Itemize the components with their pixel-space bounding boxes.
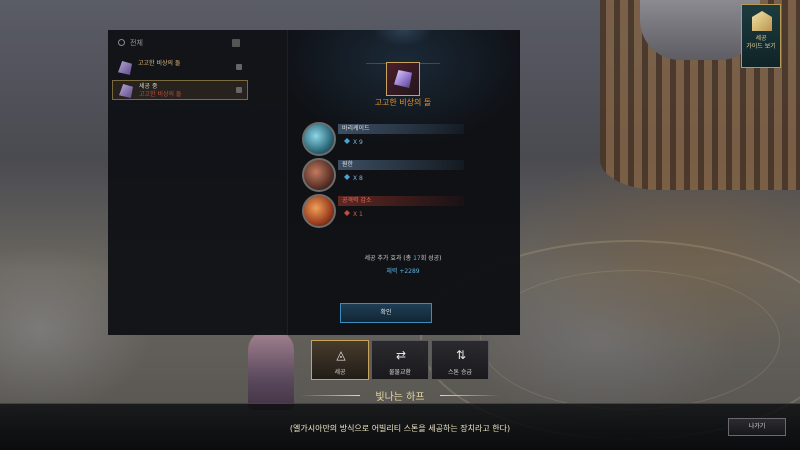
npc-name: 빛나는 하프 [375, 392, 425, 403]
exchange-icon: ⇄ [395, 348, 407, 362]
stone-list-panel: 전체 고고한 비상의 돌 세공 중 고고한 비상의 돌 [108, 30, 288, 335]
tab-barter[interactable]: ⇄ 물물교환 [371, 340, 429, 380]
diamond-icon [344, 210, 350, 216]
faceting-icon: ◬ [336, 348, 346, 362]
search-icon [118, 39, 125, 46]
engraving-name: 바리케이드 [338, 124, 464, 134]
diamond-icon [344, 138, 350, 144]
panel-edge [518, 30, 520, 335]
engraving-icon [302, 122, 336, 156]
lock-icon [236, 87, 242, 93]
list-item-name: 고고한 비상의 돌 [138, 60, 181, 67]
panel-crest [366, 30, 440, 64]
item-slot [386, 62, 420, 96]
item-name: 고고한 비상의 돌 [374, 98, 432, 107]
diamond-icon [344, 174, 350, 180]
engraving-count: X 9 [344, 138, 363, 146]
tab-stone-upgrade[interactable]: ⇅ 스톤 승급 [431, 340, 489, 380]
engraving-row: 공격력 감소 X 1 [302, 194, 464, 228]
engraving-name: 공격력 감소 [338, 196, 464, 206]
list-filter-dropdown[interactable]: 전체 [114, 36, 264, 50]
stone-icon [119, 84, 133, 98]
tab-label: 세공 [334, 369, 346, 376]
filter-icon[interactable] [232, 39, 240, 47]
list-item-name: 고고한 비상의 돌 [139, 91, 182, 98]
list-item-selected[interactable]: 세공 중 고고한 비상의 돌 [112, 80, 248, 100]
guide-book-button[interactable]: 세공 가이드 보기 [741, 4, 781, 68]
list-item[interactable]: 고고한 비상의 돌 [112, 58, 248, 78]
faceting-result-panel: 고고한 비상의 돌 바리케이드 X 9 원한 X 8 공격력 감소 X 1 세공… [288, 30, 518, 335]
engraving-icon [302, 194, 336, 228]
bonus-effect-value: 체력 +2289 [386, 268, 420, 275]
list-filter-label: 전체 [130, 39, 143, 47]
book-icon [752, 11, 772, 31]
engraving-count: X 1 [344, 210, 363, 218]
engraving-row: 바리케이드 X 9 [302, 122, 464, 156]
dialogue-text: (엘가시아만의 방식으로 어빌리티 스톤을 세공하는 장치라고 한다) [289, 424, 511, 433]
lock-icon [236, 64, 242, 70]
engraving-count: X 8 [344, 174, 363, 182]
engraving-row: 원한 X 8 [302, 158, 464, 192]
exit-button[interactable]: 나가기 [728, 418, 786, 436]
confirm-button[interactable]: 확인 [340, 303, 432, 323]
engraving-icon [302, 158, 336, 192]
bonus-effect-title: 세공 추가 효과 (총 17회 성공) [364, 255, 442, 262]
guide-label-2: 가이드 보기 [746, 43, 776, 50]
upgrade-icon: ⇅ [455, 348, 467, 362]
guide-label-1: 세공 [755, 35, 767, 42]
tab-label: 물물교환 [388, 369, 412, 376]
engraving-name: 원한 [338, 160, 464, 170]
stone-icon [118, 61, 132, 75]
tab-faceting[interactable]: ◬ 세공 [311, 340, 369, 380]
list-item-status: 세공 중 [139, 83, 158, 90]
tab-label: 스톤 승급 [448, 369, 472, 376]
ability-stone-icon [394, 70, 412, 88]
